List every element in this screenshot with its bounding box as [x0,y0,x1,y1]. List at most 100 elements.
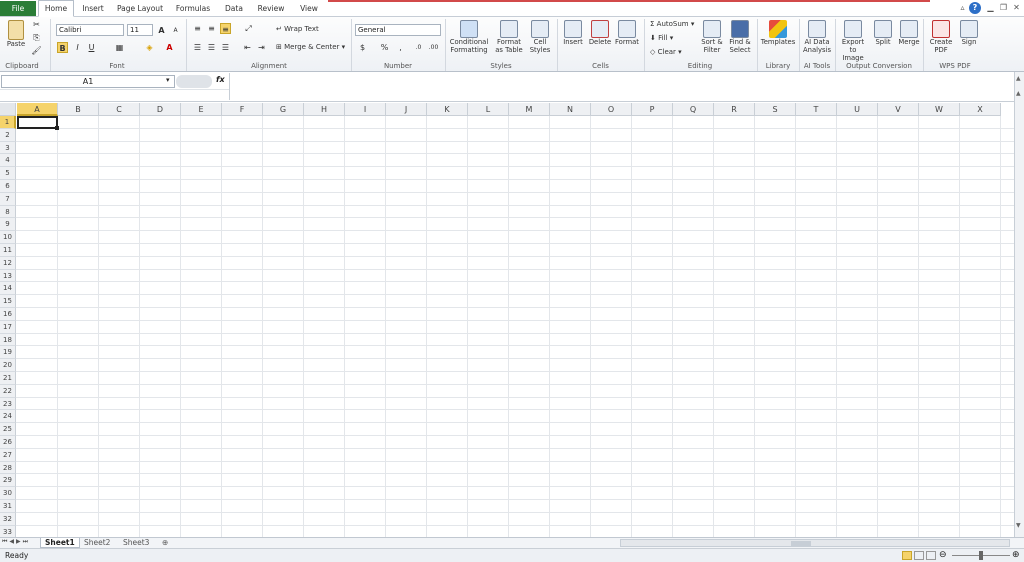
column-header-f[interactable]: F [222,103,263,116]
clear-button[interactable]: ◇ Clear ▾ [650,47,682,58]
row-header-6[interactable]: 6 [0,180,16,193]
sort-filter-button[interactable]: Sort & Filter [700,20,724,54]
column-header-n[interactable]: N [550,103,591,116]
cell-styles-button[interactable]: Cell Styles [528,20,552,54]
tab-file[interactable]: File [0,1,36,16]
column-header-t[interactable]: T [796,103,837,116]
row-header-26[interactable]: 26 [0,436,16,449]
align-bottom-icon[interactable]: ≡ [220,23,231,34]
increase-indent-icon[interactable]: ⇥ [256,42,267,53]
tab-page-layout[interactable]: Page Layout [115,1,165,17]
sign-button[interactable]: Sign [957,20,981,46]
fill-button[interactable]: ⬇ Fill ▾ [650,33,673,44]
minimize-icon[interactable]: ▁ [985,3,996,12]
orientation-icon[interactable]: ⤢ [243,23,254,34]
row-header-11[interactable]: 11 [0,244,16,257]
column-header-d[interactable]: D [140,103,181,116]
collapse-ribbon-icon[interactable]: ▵ [957,3,968,12]
formula-input[interactable] [229,73,1014,100]
row-header-10[interactable]: 10 [0,231,16,244]
scroll-down-icon[interactable]: ▼ [1016,522,1021,529]
zoom-out-icon[interactable]: ⊖ [939,550,947,560]
column-header-h[interactable]: H [304,103,345,116]
shrink-font-icon[interactable]: A [170,25,181,36]
sheet-nav-arrows-icon[interactable]: ⏮◀▶⏭ [2,538,30,546]
row-header-13[interactable]: 13 [0,269,16,283]
grow-font-icon[interactable]: A [156,25,167,36]
row-header-7[interactable]: 7 [0,192,16,206]
copy-icon[interactable]: ⎘ [31,32,42,43]
row-header-4[interactable]: 4 [0,154,16,168]
decrease-decimal-icon[interactable]: .00 [428,42,439,53]
decrease-indent-icon[interactable]: ⇤ [242,42,253,53]
column-header-r[interactable]: R [714,103,755,116]
scroll-up-icon[interactable]: ▲ [1016,75,1021,82]
row-header-12[interactable]: 12 [0,256,16,270]
row-header-24[interactable]: 24 [0,410,16,424]
align-center-icon[interactable]: ☰ [206,42,217,53]
sheet-tab-2[interactable]: Sheet2 [80,538,114,548]
column-header-l[interactable]: L [468,103,509,116]
italic-button[interactable]: I [72,42,83,53]
increase-decimal-icon[interactable]: .0 [413,42,424,53]
paste-button[interactable]: Paste [4,20,28,48]
row-header-20[interactable]: 20 [0,359,16,372]
sheet-tab-3[interactable]: Sheet3 [119,538,153,548]
align-middle-icon[interactable]: ≡ [206,23,217,34]
column-header-g[interactable]: G [263,103,304,116]
row-header-19[interactable]: 19 [0,346,16,360]
row-header-27[interactable]: 27 [0,448,16,462]
column-header-k[interactable]: K [427,103,468,116]
percent-button[interactable]: % [379,42,390,53]
column-header-j[interactable]: J [386,103,427,116]
worksheet-grid[interactable]: ABCDEFGHIJKLMNOPQRSTUVWX 1 2 3 4 5 6 7 8 9 10 11 12… [0,103,1014,537]
row-header-22[interactable]: 22 [0,384,16,398]
row-header-30[interactable]: 30 [0,487,16,500]
row-header-5[interactable]: 5 [0,167,16,180]
insert-cells-button[interactable]: Insert [561,20,585,46]
tab-formulas[interactable]: Formulas [172,1,214,17]
column-header-p[interactable]: P [632,103,673,116]
comma-button[interactable]: , [395,42,406,53]
column-header-w[interactable]: W [919,103,960,116]
column-header-x[interactable]: X [960,103,1001,116]
row-header-9[interactable]: 9 [0,218,16,232]
column-header-b[interactable]: B [58,103,99,116]
row-header-8[interactable]: 8 [0,205,16,219]
zoom-in-icon[interactable]: ⊕ [1012,550,1020,560]
tab-data[interactable]: Data [220,1,248,17]
row-header-16[interactable]: 16 [0,308,16,321]
align-right-icon[interactable]: ☰ [220,42,231,53]
horizontal-scroll-thumb[interactable] [791,541,811,546]
bold-button[interactable]: B [57,42,68,53]
split-button[interactable]: Split [871,20,895,46]
autosum-button[interactable]: Σ AutoSum ▾ [650,19,694,30]
normal-view-icon[interactable] [902,551,912,560]
conditional-formatting-button[interactable]: Conditional Formatting [448,20,490,54]
accounting-format-icon[interactable]: $ [357,42,368,53]
vertical-scrollbar[interactable]: ▲ ▲ ▼ [1014,72,1024,537]
column-header-q[interactable]: Q [673,103,714,116]
font-color-icon[interactable]: A [164,42,175,53]
create-pdf-button[interactable]: Create PDF [928,20,954,54]
row-header-32[interactable]: 32 [0,512,16,526]
borders-icon[interactable]: ▦ [114,42,125,53]
select-all-corner[interactable] [0,103,16,116]
templates-button[interactable]: Templates [760,20,796,46]
row-header-23[interactable]: 23 [0,397,16,411]
row-header-1[interactable]: 1 [0,116,16,129]
export-image-button[interactable]: Export to Image [838,20,868,62]
tab-view[interactable]: View [295,1,323,17]
format-painter-icon[interactable]: 🖌 [31,45,42,56]
ai-data-analysis-button[interactable]: AI Data Analysis [801,20,833,54]
align-top-icon[interactable]: ≡ [192,23,203,34]
row-header-2[interactable]: 2 [0,128,16,142]
tab-home[interactable]: Home [38,0,74,17]
zoom-slider-thumb[interactable] [979,551,983,560]
scroll-up-icon-2[interactable]: ▲ [1016,90,1021,97]
sheet-tab-1[interactable]: Sheet1 [40,538,80,548]
column-header-a[interactable]: A [17,103,58,116]
number-format-select[interactable]: General [355,24,441,36]
restore-icon[interactable]: ❐ [998,3,1009,12]
row-header-31[interactable]: 31 [0,500,16,513]
